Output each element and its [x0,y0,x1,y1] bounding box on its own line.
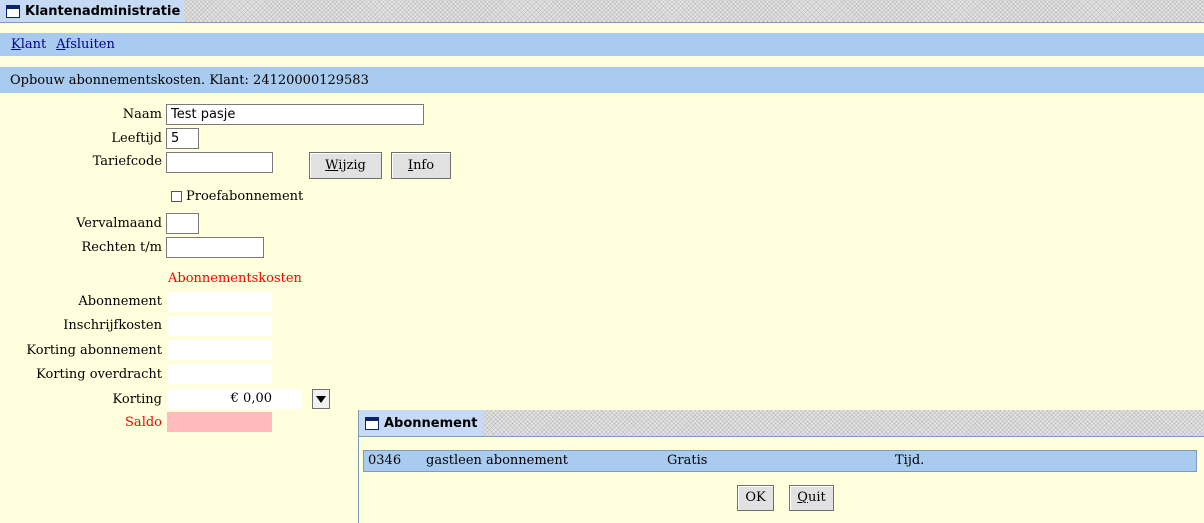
quit-button[interactable]: Quit [789,485,834,511]
title-bar: Klantenadministratie [0,0,1204,23]
korting-abonnement-value [167,340,272,360]
leeftijd-label: Leeftijd [111,131,162,146]
checkbox-box[interactable] [171,191,182,202]
korting-label: Korting [112,392,162,407]
abonnement-label: Abonnement [78,294,162,309]
vervalmaand-label: Vervalmaand [76,216,162,231]
saldo-value [167,412,272,432]
dialog-title: Abonnement [384,415,478,431]
row-code: 0346 [368,453,402,468]
row-type: Tijd. [895,453,925,468]
korting-value: € 0,00 [167,389,302,409]
title-caption: Klantenadministratie [0,0,185,22]
page-header: Opbouw abonnementskosten. Klant: 2412000… [0,67,1204,93]
info-button[interactable]: Info [391,152,451,179]
page-title: Opbouw abonnementskosten. Klant: 2412000… [10,72,369,88]
vervalmaand-input[interactable] [166,213,199,234]
row-name: gastleen abonnement [426,453,568,468]
window-icon [6,4,20,18]
section-title-abonnementskosten: Abonnementskosten [168,271,302,286]
rechten-label: Rechten t/m [81,240,163,255]
menu-item-afsluiten[interactable]: Afsluiten [56,37,115,52]
tariefcode-input[interactable] [166,152,273,173]
proefabonnement-checkbox[interactable]: Proefabonnement [171,189,303,204]
row-price: Gratis [667,453,708,468]
list-item[interactable]: 0346 gastleen abonnement Gratis Tijd. [363,450,1197,472]
menu-bar: Klant Afsluiten [0,33,1204,56]
naam-input[interactable]: Test pasje [166,104,424,125]
korting-overdracht-label: Korting overdracht [36,367,162,382]
abonnement-dialog: Abonnement 0346 gastleen abonnement Grat… [358,410,1204,523]
inschrijfkosten-value [167,316,272,336]
dialog-title-bar: Abonnement [359,410,1204,437]
tariefcode-label: Tariefcode [92,154,162,169]
proefabonnement-label: Proefabonnement [186,189,304,204]
korting-dropdown-button[interactable] [312,389,330,409]
abonnement-value [167,292,272,312]
naam-label: Naam [122,107,162,122]
inschrijfkosten-label: Inschrijfkosten [63,318,162,333]
dialog-window-icon [365,416,379,430]
window-title: Klantenadministratie [25,3,181,19]
ok-button[interactable]: OK [737,485,774,511]
rechten-input[interactable] [166,237,264,258]
wijzig-button[interactable]: Wijzig [309,152,382,179]
korting-overdracht-value [167,364,272,384]
dialog-caption: Abonnement [359,410,484,436]
saldo-label: Saldo [125,415,162,430]
menu-item-klant[interactable]: Klant [11,37,46,52]
leeftijd-input[interactable]: 5 [166,128,199,149]
korting-abonnement-label: Korting abonnement [26,343,162,358]
